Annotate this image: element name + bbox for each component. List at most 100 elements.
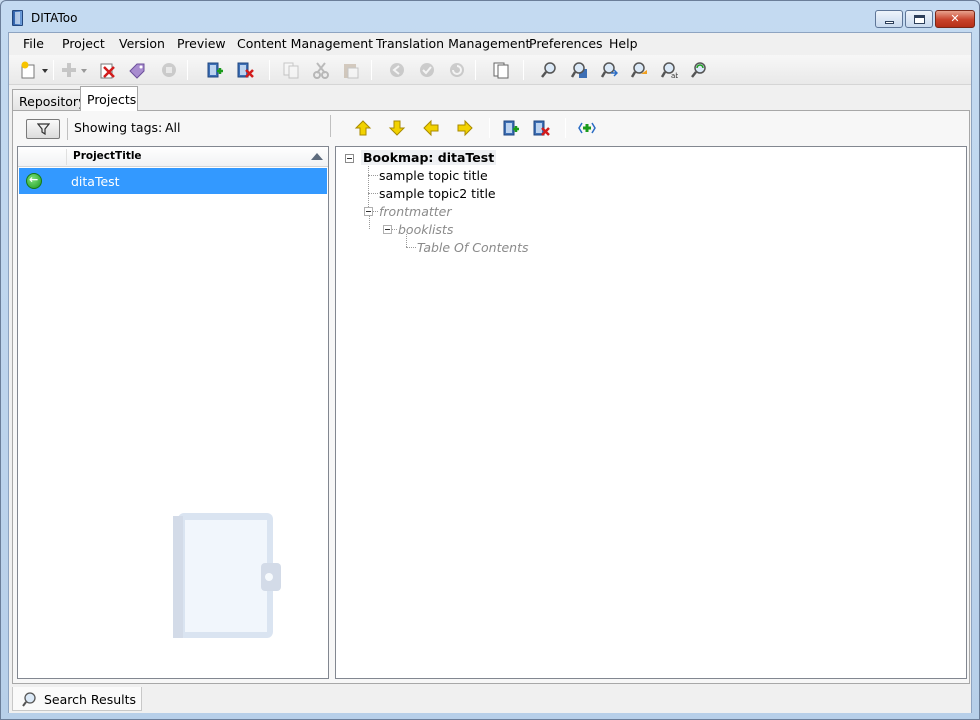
move-down-button[interactable] [385, 117, 409, 139]
search-results-icon [600, 62, 618, 78]
arrow-up-icon [354, 120, 372, 136]
tree-toolbar [339, 115, 965, 142]
remove-from-project-icon [533, 120, 550, 136]
tree-node-topic-1[interactable]: sample topic title [379, 168, 488, 183]
cut-button[interactable] [309, 59, 333, 81]
grid-header: ProjectTitle [18, 147, 328, 167]
back-icon [390, 63, 404, 77]
menu-preferences[interactable]: Preferences [529, 36, 603, 51]
copy-icon [283, 62, 299, 79]
new-icon [21, 61, 35, 79]
copy-button[interactable] [279, 59, 303, 81]
search-text-button[interactable] [627, 59, 651, 81]
search-results-tab[interactable]: Search Results [12, 687, 142, 711]
arrow-right-icon [457, 119, 473, 137]
pages-icon [493, 62, 509, 79]
export-button[interactable] [157, 59, 181, 81]
search-text-icon [630, 62, 647, 78]
tree-root-node[interactable]: Bookmap: ditaTest [361, 150, 497, 165]
search-repo-icon [570, 62, 587, 78]
minimize-icon [885, 21, 894, 24]
add-to-project-button[interactable] [203, 59, 227, 81]
client-area: File Project Version Preview Content Man… [8, 32, 972, 713]
move-right-button[interactable] [453, 117, 477, 139]
tree-node-toc[interactable]: Table Of Contents [417, 240, 529, 255]
menu-preview[interactable]: Preview [177, 36, 226, 51]
add-to-project-icon [503, 120, 519, 136]
bookmap-tree: Bookmap: ditaTest sample topic title sam… [335, 146, 967, 679]
search-icon [541, 62, 556, 78]
add-to-project-icon [207, 62, 223, 78]
add-button[interactable] [57, 59, 81, 81]
arrow-left-icon [423, 119, 439, 137]
filter-button[interactable] [26, 119, 60, 139]
project-grid: ProjectTitle ditaTest [17, 146, 329, 679]
remove-from-project-button[interactable] [233, 59, 257, 81]
insert-element-icon [578, 122, 596, 134]
revert-button[interactable] [445, 59, 469, 81]
search-icon [22, 692, 36, 707]
app-window: DITAToo ✕ File Project Version Preview C… [0, 0, 980, 720]
paste-button[interactable] [339, 59, 363, 81]
add-dropdown[interactable] [79, 59, 89, 81]
delete-button[interactable] [95, 59, 119, 81]
filter-icon [37, 123, 50, 135]
book-watermark-icon [173, 513, 281, 638]
search-refresh-icon [691, 62, 706, 78]
delete-icon [100, 63, 115, 79]
paste-icon [344, 64, 359, 79]
revert-icon [450, 63, 464, 77]
search-refresh-button[interactable] [687, 59, 711, 81]
menu-bar: File Project Version Preview Content Man… [9, 33, 971, 55]
search-attribute-button[interactable]: ab [657, 59, 681, 81]
collapse-root-toggle[interactable] [345, 154, 354, 163]
menu-version[interactable]: Version [119, 36, 165, 51]
menu-translation-management[interactable]: Translation Management [376, 36, 530, 51]
showing-tags-label: Showing tags: [74, 120, 163, 135]
table-row[interactable]: ditaTest [19, 168, 327, 194]
menu-content-management[interactable]: Content Management [237, 36, 373, 51]
collapse-frontmatter-toggle[interactable] [364, 207, 373, 216]
svg-text:ab: ab [671, 72, 678, 79]
approve-button[interactable] [415, 59, 439, 81]
new-button[interactable] [17, 59, 41, 81]
search-repository-button[interactable] [567, 59, 591, 81]
tree-remove-topic-button[interactable] [529, 117, 553, 139]
search-button[interactable] [537, 59, 561, 81]
tab-repository-label: Repository [19, 94, 86, 109]
open-project-icon[interactable] [26, 173, 42, 189]
tags-icon [129, 63, 145, 79]
tab-repository[interactable]: Repository [12, 89, 86, 111]
collapse-booklists-toggle[interactable] [383, 225, 392, 234]
back-button[interactable] [385, 59, 409, 81]
new-dropdown[interactable] [40, 59, 50, 81]
tags-button[interactable] [125, 59, 149, 81]
maximize-button[interactable] [905, 10, 933, 28]
projects-panel: Showing tags: All ProjectTitle ditaTest [12, 110, 970, 684]
sort-ascending-icon[interactable] [311, 153, 323, 160]
pages-button[interactable] [489, 59, 513, 81]
move-up-button[interactable] [351, 117, 375, 139]
minimize-button[interactable] [875, 10, 903, 28]
menu-help[interactable]: Help [609, 36, 638, 51]
maximize-icon [914, 15, 925, 24]
tree-add-topic-button[interactable] [499, 117, 523, 139]
menu-project[interactable]: Project [62, 36, 105, 51]
app-icon [12, 10, 23, 26]
tab-projects[interactable]: Projects [80, 86, 138, 111]
close-icon: ✕ [950, 12, 960, 25]
insert-element-button[interactable] [575, 117, 599, 139]
search-results-label: Search Results [44, 692, 137, 707]
close-button[interactable]: ✕ [935, 10, 975, 28]
search-results-button[interactable] [597, 59, 621, 81]
project-list-toolbar: Showing tags: All [17, 115, 327, 142]
column-header-project-title[interactable]: ProjectTitle [73, 150, 142, 162]
move-left-button[interactable] [419, 117, 443, 139]
window-title: DITAToo [31, 11, 78, 25]
menu-file[interactable]: File [23, 36, 44, 51]
tab-projects-label: Projects [87, 92, 137, 107]
bottom-dock: Search Results [9, 687, 971, 713]
chevron-down-icon [42, 69, 48, 73]
tree-node-topic-2[interactable]: sample topic2 title [379, 186, 496, 201]
tree-node-frontmatter[interactable]: frontmatter [379, 204, 451, 219]
